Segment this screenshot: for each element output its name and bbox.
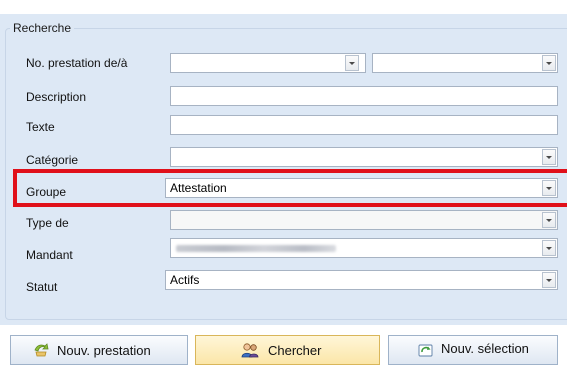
statut-dropdown-button[interactable] [542,272,556,288]
mandant-blurred-value [176,245,336,252]
label-mandant: Mandant [26,248,73,262]
chevron-down-icon [546,247,552,250]
chevron-down-icon [349,62,355,65]
search-people-icon [241,343,259,358]
label-categorie: Catégorie [26,153,79,167]
description-input[interactable] [170,86,558,106]
chevron-down-icon [546,156,552,159]
type-de-combo[interactable] [170,210,558,230]
refresh-selection-icon [418,344,433,357]
new-service-label: Nouv. prestation [57,343,151,358]
chevron-down-icon [546,62,552,65]
chevron-down-icon [546,219,552,222]
search-form-window: Recherche No. prestation de/à Descriptio… [0,0,567,365]
statut-value: Actifs [170,273,200,287]
top-strip [0,0,567,14]
mandant-combo[interactable] [170,238,558,258]
mandant-dropdown-button[interactable] [542,240,556,256]
label-no-prestation: No. prestation de/à [26,56,128,70]
search-button[interactable]: Chercher [195,335,380,365]
no-prestation-to-dropdown-button[interactable] [542,55,556,71]
label-type-de: Type de [26,216,69,230]
texte-input[interactable] [170,115,558,135]
no-prestation-to-combo[interactable] [372,53,558,73]
new-service-icon [34,343,49,357]
type-de-dropdown-button[interactable] [542,212,556,228]
search-label: Chercher [268,343,322,358]
categorie-dropdown-button[interactable] [542,149,556,165]
new-service-button[interactable]: Nouv. prestation [10,335,188,365]
new-selection-label: Nouv. sélection [441,341,529,356]
chevron-down-icon [546,279,552,282]
new-selection-button[interactable]: Nouv. sélection [388,335,558,365]
search-group-title: Recherche [10,21,75,35]
no-prestation-from-dropdown-button[interactable] [345,55,359,71]
statut-combo[interactable]: Actifs [165,270,558,290]
label-description: Description [26,90,87,104]
categorie-combo[interactable] [170,147,558,167]
label-statut: Statut [26,280,58,294]
label-texte: Texte [26,120,55,134]
no-prestation-from-combo[interactable] [170,53,366,73]
highlight-box [13,169,567,207]
